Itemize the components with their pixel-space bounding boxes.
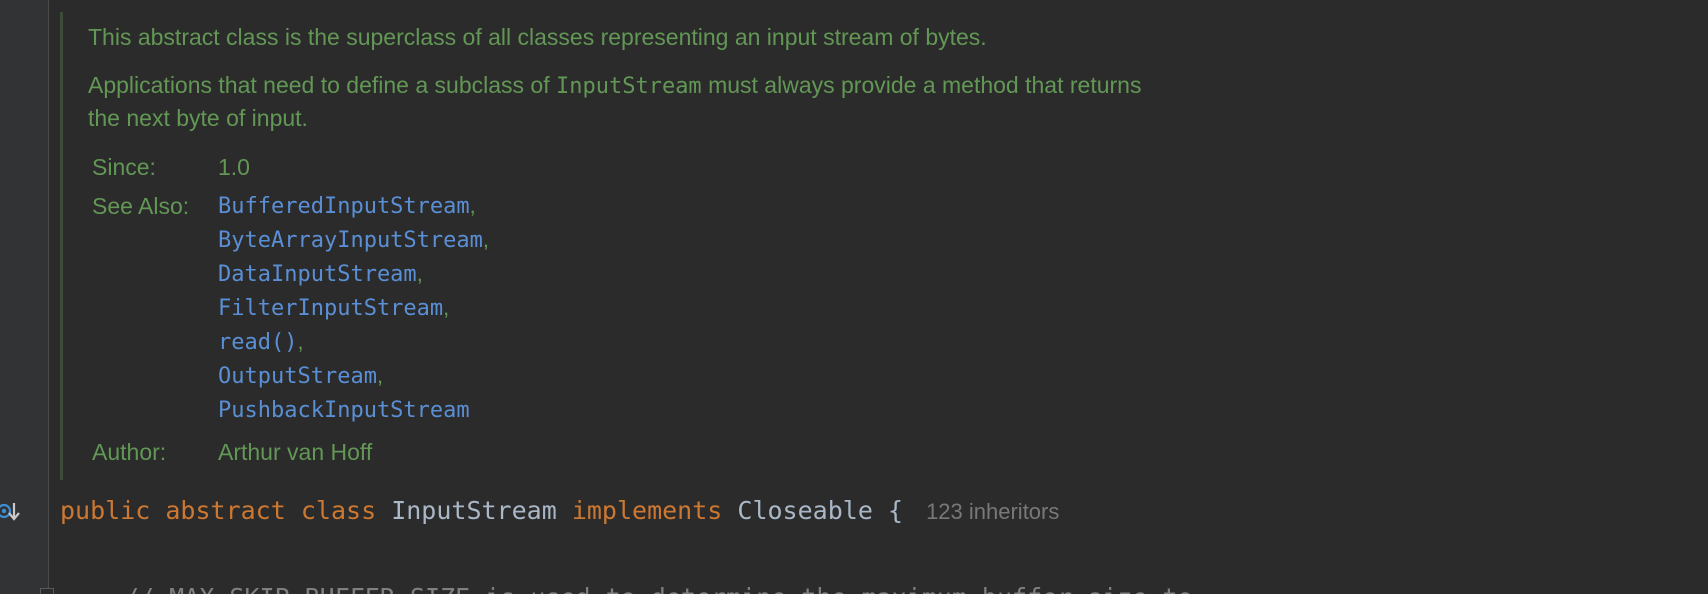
see-also-item: read(), <box>218 325 489 359</box>
see-also-link[interactable]: FilterInputStream <box>218 296 443 321</box>
see-also-link[interactable]: OutputStream <box>218 364 377 389</box>
doc-paragraph-2-text-before: Applications that need to define a subcl… <box>88 72 556 98</box>
doc-paragraph-1: This abstract class is the superclass of… <box>88 24 987 50</box>
fold-marker[interactable] <box>40 588 54 594</box>
see-also-item: DataInputStream, <box>218 257 489 291</box>
see-also-separator: , <box>416 261 423 286</box>
see-also-link[interactable]: PushbackInputStream <box>218 398 470 423</box>
see-also-item: PushbackInputStream <box>218 393 489 427</box>
see-also-item: OutputStream, <box>218 359 489 393</box>
open-brace: { <box>887 496 903 525</box>
code-comment-line[interactable]: // MAX_SKIP_BUFFER_SIZE is used to deter… <box>124 578 1193 594</box>
see-also-separator: , <box>469 193 476 218</box>
see-also-link[interactable]: BufferedInputStream <box>218 194 470 219</box>
author-value: Arthur van Hoff <box>218 439 373 465</box>
see-also-list: BufferedInputStream, ByteArrayInputStrea… <box>218 189 489 427</box>
gutter-divider <box>48 0 49 594</box>
see-also-item: ByteArrayInputStream, <box>218 223 489 257</box>
see-also-separator: , <box>376 363 384 388</box>
see-also-item: FilterInputStream, <box>218 291 489 325</box>
since-value: 1.0 <box>218 154 250 180</box>
see-also-link[interactable]: read() <box>218 330 297 355</box>
doc-paragraph-2-line-2: the next byte of input. <box>88 105 308 131</box>
author-label: Author: <box>92 439 167 465</box>
keyword-abstract: abstract <box>165 496 286 525</box>
see-also-separator: , <box>443 295 450 320</box>
keyword-public: public <box>60 496 151 525</box>
implemented-overridden-icon[interactable] <box>0 496 22 526</box>
see-also-separator: , <box>297 329 304 354</box>
see-also-link[interactable]: ByteArrayInputStream <box>218 228 483 253</box>
see-also-separator: , <box>482 227 490 252</box>
see-also-link[interactable]: DataInputStream <box>218 262 417 287</box>
keyword-class: class <box>300 496 377 525</box>
inheritors-inlay-hint[interactable]: 123 inheritors <box>926 499 1059 524</box>
since-label: Since: <box>92 154 156 180</box>
doc-paragraph-2: Applications that need to define a subcl… <box>88 68 1141 104</box>
doc-inline-code-inputstream: InputStream <box>555 74 702 99</box>
see-also-item: BufferedInputStream, <box>218 189 489 223</box>
keyword-implements: implements <box>571 496 723 525</box>
see-also-label: See Also: <box>92 193 190 219</box>
class-name[interactable]: InputStream <box>391 496 557 525</box>
doc-paragraph-2-text-after: must always provide a method that return… <box>701 72 1142 98</box>
class-declaration-line[interactable]: public abstract class InputStream implem… <box>60 491 1059 531</box>
interface-name[interactable]: Closeable <box>737 496 872 525</box>
